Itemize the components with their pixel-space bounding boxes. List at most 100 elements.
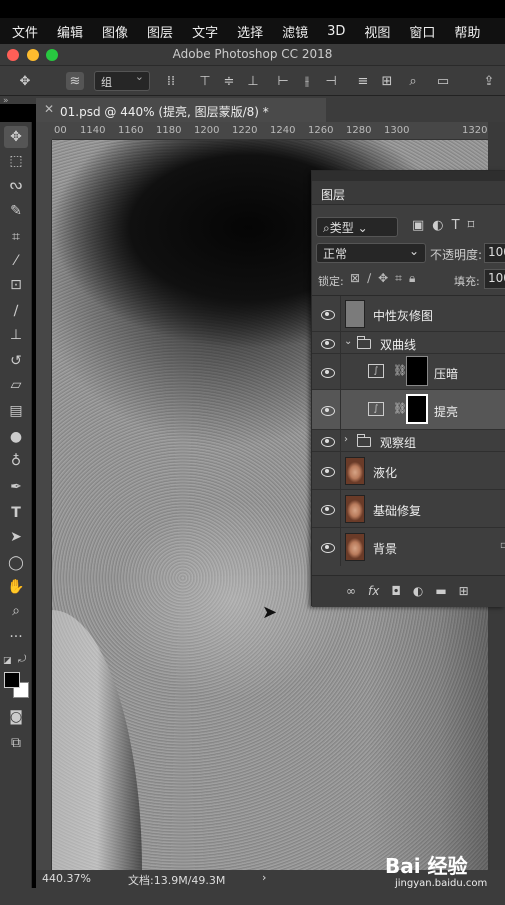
search-icon[interactable]: ⌕ bbox=[404, 72, 422, 90]
menu-window[interactable]: 窗口 bbox=[409, 22, 435, 41]
distribute-icon[interactable]: ≡ bbox=[354, 72, 372, 90]
collapse-chevron-icon[interactable]: » bbox=[3, 96, 9, 106]
move-tool-icon[interactable]: ✥ bbox=[4, 126, 28, 148]
default-colors-icon[interactable]: ◪ bbox=[3, 656, 12, 666]
menu-filter[interactable]: 滤镜 bbox=[282, 22, 308, 41]
auto-select-layers-icon[interactable]: ≋ bbox=[66, 72, 84, 90]
marquee-tool-icon[interactable]: ⬚ bbox=[4, 150, 28, 172]
eyedropper-tool-icon[interactable]: ⁄ bbox=[4, 250, 28, 272]
menu-3d[interactable]: 3D bbox=[327, 24, 345, 39]
gradient-tool-icon[interactable]: ▤ bbox=[4, 400, 28, 422]
visibility-eye-icon[interactable] bbox=[320, 504, 335, 515]
move-tool-icon[interactable]: ✥ bbox=[16, 72, 34, 90]
quick-select-tool-icon[interactable]: ✎ bbox=[4, 200, 28, 222]
layer-row[interactable]: ∫ ⛓ 压暗 bbox=[312, 354, 505, 390]
menu-view[interactable]: 视图 bbox=[364, 22, 390, 41]
lock-all-icon[interactable]: 🔒︎ bbox=[409, 271, 415, 286]
filter-shape-icon[interactable]: ⌑ bbox=[468, 218, 475, 233]
layer-style-fx-icon[interactable]: fx bbox=[368, 584, 379, 598]
filter-pixel-icon[interactable]: ▣ bbox=[412, 218, 424, 233]
layer-group-row[interactable]: ⌄ 双曲线 bbox=[312, 332, 505, 354]
new-layer-icon[interactable]: ⊞ bbox=[459, 584, 469, 598]
workspace-icon[interactable]: ▭ bbox=[434, 72, 452, 90]
clone-stamp-tool-icon[interactable]: ⊥ bbox=[4, 324, 28, 346]
share-icon[interactable]: ⇪ bbox=[480, 72, 498, 90]
new-group-icon[interactable]: ▬ bbox=[435, 584, 446, 598]
close-tab-icon[interactable]: ✕ bbox=[44, 102, 54, 116]
menu-layer[interactable]: 图层 bbox=[147, 22, 173, 41]
chevron-right-icon[interactable]: › bbox=[344, 434, 348, 445]
mask-link-icon[interactable]: ⛓ bbox=[393, 402, 407, 415]
align-top-icon[interactable]: ⊤ bbox=[196, 72, 214, 90]
path-select-tool-icon[interactable]: ➤ bbox=[4, 526, 28, 548]
foreground-color-swatch[interactable] bbox=[4, 672, 20, 688]
history-brush-tool-icon[interactable]: ↺ bbox=[4, 350, 28, 372]
layer-group-row[interactable]: › 观察组 bbox=[312, 430, 505, 452]
visibility-eye-icon[interactable] bbox=[320, 367, 335, 378]
align-hcenter-icon[interactable]: ⫲ bbox=[298, 72, 316, 90]
zoom-tool-icon[interactable]: ⌕ bbox=[4, 600, 28, 622]
crop-tool-icon[interactable]: ⌗ bbox=[4, 226, 28, 248]
align-bottom-icon[interactable]: ⊥ bbox=[244, 72, 262, 90]
lock-pixels-icon[interactable]: ∕ bbox=[367, 271, 371, 286]
screen-mode-icon[interactable]: ⧉ bbox=[4, 732, 28, 754]
menu-image[interactable]: 图像 bbox=[102, 22, 128, 41]
layer-row[interactable]: 液化 bbox=[312, 452, 505, 490]
visibility-eye-icon[interactable] bbox=[320, 542, 335, 553]
new-adjustment-layer-icon[interactable]: ◐ bbox=[413, 584, 423, 598]
layer-row-selected[interactable]: ∫ ⛓ 提亮 bbox=[312, 390, 505, 430]
distribute-h-icon[interactable]: ⊞ bbox=[378, 72, 396, 90]
fill-input[interactable]: 100 bbox=[484, 269, 505, 289]
layer-row[interactable]: 背景 ▫ bbox=[312, 528, 505, 566]
ellipse-tool-icon[interactable]: ◯ bbox=[4, 552, 28, 574]
menu-file[interactable]: 文件 bbox=[12, 22, 38, 41]
menu-help[interactable]: 帮助 bbox=[454, 22, 480, 41]
visibility-eye-icon[interactable] bbox=[320, 466, 335, 477]
menu-select[interactable]: 选择 bbox=[237, 22, 263, 41]
layer-mask-thumbnail[interactable] bbox=[406, 356, 428, 386]
mask-link-icon[interactable]: ⛓ bbox=[393, 364, 407, 377]
chevron-right-icon[interactable]: › bbox=[262, 871, 266, 884]
blend-mode-select[interactable]: 正常 ⌄ bbox=[316, 243, 426, 263]
align-left-icon[interactable]: ⊢ bbox=[274, 72, 292, 90]
pen-tool-icon[interactable]: ✒ bbox=[4, 476, 28, 498]
more-tools-icon[interactable]: ··· bbox=[4, 626, 28, 648]
lock-transparency-icon[interactable]: ⊠ bbox=[350, 271, 360, 286]
blur-tool-icon[interactable]: ● bbox=[4, 426, 28, 448]
visibility-eye-icon[interactable] bbox=[320, 309, 335, 320]
visibility-eye-icon[interactable] bbox=[320, 338, 335, 349]
visibility-eye-icon[interactable] bbox=[320, 405, 335, 416]
lock-artboard-icon[interactable]: ⌗ bbox=[395, 271, 402, 286]
visibility-eye-icon[interactable] bbox=[320, 436, 335, 447]
brush-tool-icon[interactable]: ∕ bbox=[4, 300, 28, 322]
layer-filter-select[interactable]: ⌕类型 ⌄ bbox=[316, 217, 398, 237]
filter-adjustment-icon[interactable]: ◐ bbox=[432, 218, 443, 233]
chevron-down-icon[interactable]: ⌄ bbox=[344, 336, 352, 347]
link-layers-icon[interactable]: ∞ bbox=[346, 584, 356, 598]
add-mask-icon[interactable]: ◘ bbox=[391, 584, 401, 598]
menu-edit[interactable]: 编辑 bbox=[57, 22, 83, 41]
show-transform-controls-icon[interactable]: ⁞⁞ bbox=[162, 72, 180, 90]
document-tab[interactable]: ✕ 01.psd @ 440% (提亮, 图层蒙版/8) * bbox=[36, 98, 326, 122]
layer-row[interactable]: 中性灰修图 bbox=[312, 296, 505, 332]
frame-tool-icon[interactable]: ⊡ bbox=[4, 274, 28, 296]
layer-mask-thumbnail[interactable] bbox=[406, 394, 428, 424]
opacity-input[interactable]: 100 bbox=[484, 243, 505, 263]
swap-colors-icon[interactable]: ⤾ bbox=[18, 654, 26, 665]
lasso-tool-icon[interactable]: ᔓ bbox=[4, 174, 28, 196]
type-tool-icon[interactable]: T bbox=[4, 502, 28, 524]
menu-type[interactable]: 文字 bbox=[192, 22, 218, 41]
zoom-level[interactable]: 440.37% bbox=[42, 872, 91, 885]
layer-row[interactable]: 基础修复 bbox=[312, 490, 505, 528]
filter-type-icon[interactable]: T bbox=[452, 218, 460, 233]
auto-select-target-select[interactable]: 组 bbox=[94, 70, 150, 91]
hand-tool-icon[interactable]: ✋ bbox=[4, 576, 28, 598]
align-vcenter-icon[interactable]: ≑ bbox=[220, 72, 238, 90]
layers-panel-tab[interactable]: 图层 bbox=[312, 181, 505, 205]
quick-mask-icon[interactable]: ◙ bbox=[4, 706, 28, 728]
align-right-icon[interactable]: ⊣ bbox=[322, 72, 340, 90]
eraser-tool-icon[interactable]: ▱ bbox=[4, 374, 28, 396]
lock-position-icon[interactable]: ✥ bbox=[378, 271, 388, 286]
layers-panel-grip[interactable] bbox=[312, 171, 505, 181]
dodge-tool-icon[interactable]: ♁ bbox=[4, 450, 28, 472]
